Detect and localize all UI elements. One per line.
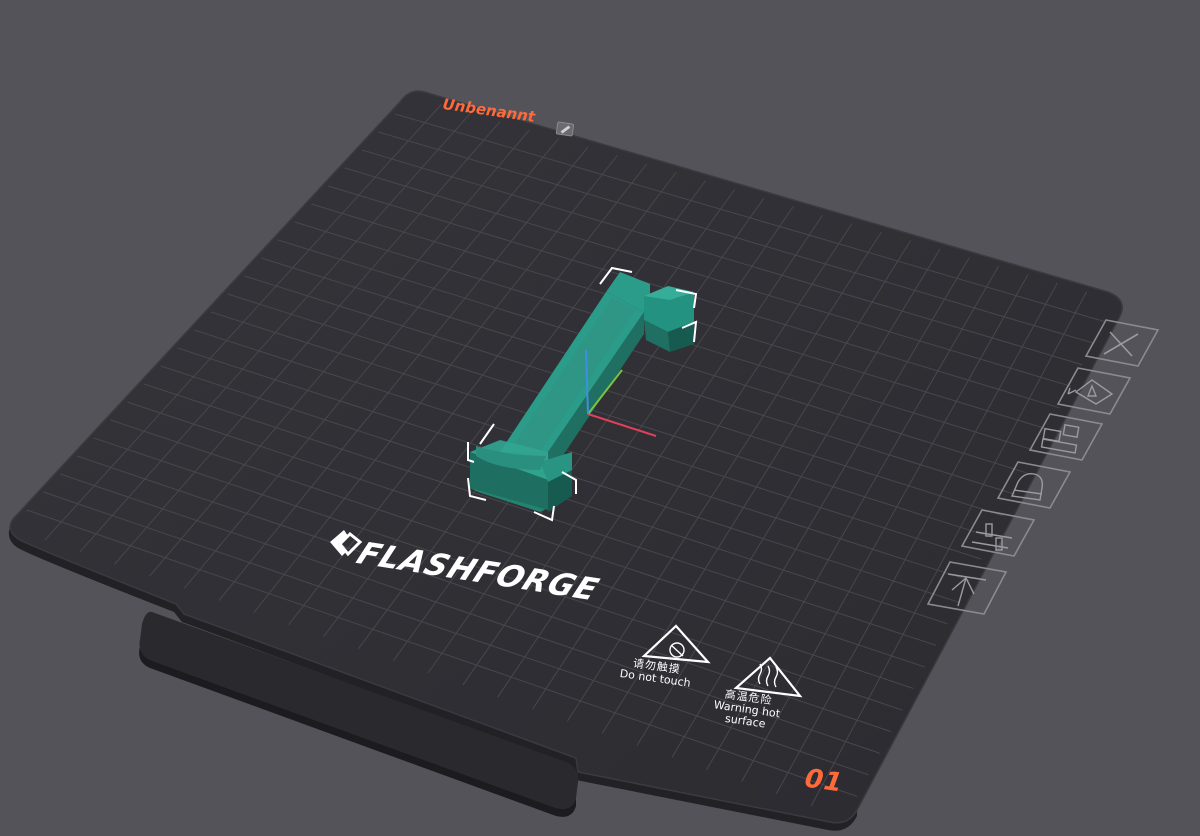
rename-icon[interactable] [555,121,575,137]
lock-plate-button[interactable] [996,460,1072,510]
build-plate-scene [8,90,1123,831]
button-frame [960,509,1036,557]
settings-icon [971,523,1013,551]
close-icon [1103,331,1139,357]
auto-orient-button[interactable] [1056,366,1132,416]
arrange-button[interactable] [1028,412,1104,462]
lock-icon [1010,472,1044,501]
plate-settings-button[interactable] [960,508,1036,558]
button-frame [996,461,1072,509]
button-frame [1028,413,1104,461]
arrange-icon [1040,424,1080,454]
orient-icon [1067,379,1114,405]
button-frame [926,561,1008,615]
3d-viewport[interactable]: Unbenannt FLASHFORGE 请勿触摸 Do not touch 高… [0,0,1200,836]
move-up-icon [947,573,987,607]
delete-plate-button[interactable] [1084,318,1160,368]
move-to-top-button[interactable] [926,560,1008,616]
